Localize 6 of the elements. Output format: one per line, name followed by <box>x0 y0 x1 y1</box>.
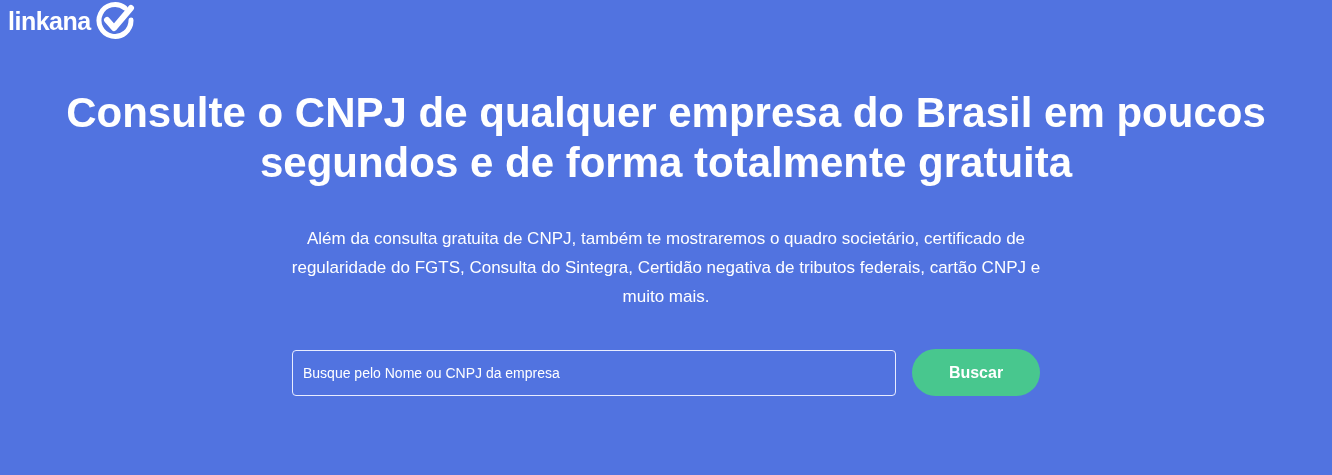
logo-text: linkana <box>8 6 91 36</box>
hero-title: Consulte o CNPJ de qualquer empresa do Brasil em poucos segundos e de forma totalmente gratuita <box>65 88 1267 188</box>
search-field[interactable]: Busque pelo Nome ou CNPJ da empresa <box>292 349 896 396</box>
search-button[interactable]: Buscar <box>912 349 1040 396</box>
check-circle-icon <box>94 0 137 42</box>
hero-subtitle: Além da consulta gratuita de CNPJ, também te mostraremos o quadro societário, certificado de regularidade do FGTS, Consulta do Sintegra, Certidão negativa de tributos federais, cartão CNPJ e muito mais. <box>290 228 1042 308</box>
